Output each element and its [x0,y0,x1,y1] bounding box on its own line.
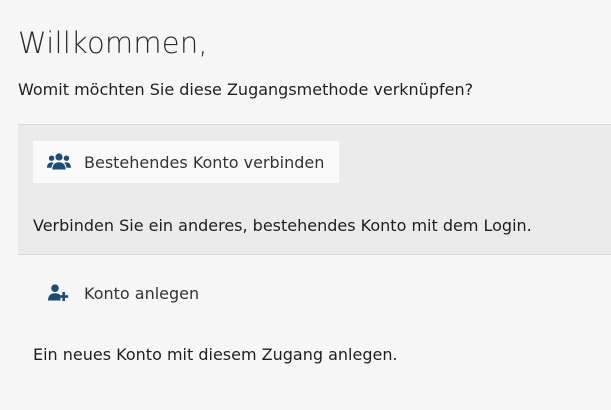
welcome-page: Willkommen, Womit möchten Sie diese Zuga… [0,0,611,410]
page-title: Willkommen, [18,26,208,60]
option-create-account[interactable]: Konto anlegen Ein neues Konto mit diesem… [18,255,611,410]
option-connect-existing[interactable]: Bestehendes Konto verbinden Verbinden Si… [18,124,611,255]
connect-existing-account-description: Verbinden Sie ein anderes, bestehendes K… [33,216,532,235]
connect-existing-account-label: Bestehendes Konto verbinden [84,152,325,172]
user-plus-icon [47,283,71,303]
link-method-question: Womit möchten Sie diese Zugangsmethode v… [18,80,474,99]
create-account-label: Konto anlegen [84,283,200,303]
users-icon [47,152,71,172]
connect-existing-account-button[interactable]: Bestehendes Konto verbinden [33,141,340,183]
create-account-description: Ein neues Konto mit diesem Zugang anlege… [33,345,398,364]
create-account-button[interactable]: Konto anlegen [33,272,214,314]
